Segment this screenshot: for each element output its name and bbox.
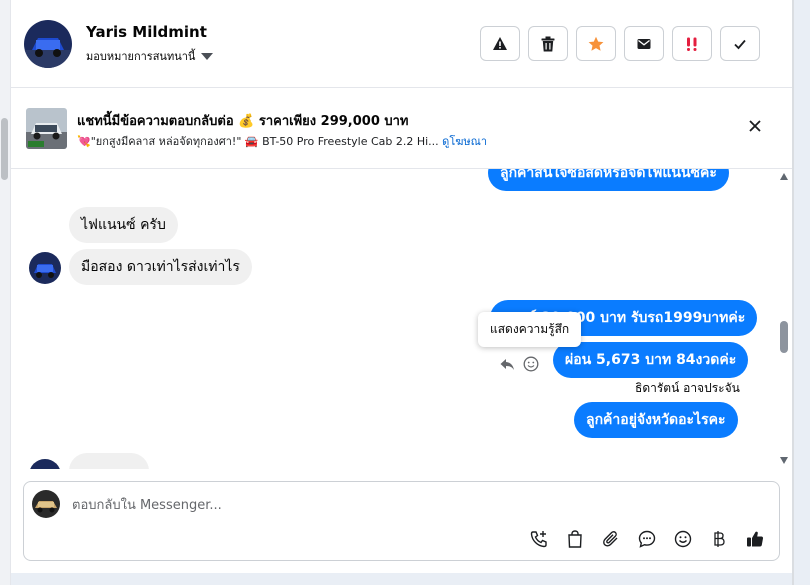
ad-thumbnail[interactable] [26,108,67,149]
message-bubble-incoming[interactable]: ไฟแนนซ์ ครับ [69,207,178,243]
message-bubble-outgoing[interactable]: ลูกค้าอยู่จังหวัดอะไรคะ [574,402,738,438]
ad-title: แชทนี้มีข้อความตอบกลับต่อ 💰 ราคาเพียง 29… [77,114,409,129]
saved-replies-button[interactable] [636,528,658,550]
contact-avatar-small [29,459,61,469]
star-icon [588,36,604,51]
sender-name: ธิดารัตน์ อาจประจัน [635,381,740,395]
like-button[interactable] [744,528,766,550]
shopping-bag-icon [568,530,582,548]
message-thread[interactable]: ลูกค้าสนใจซื้อสดหรือจัดไฟแนนซ์คะ ไฟแนนซ์… [11,169,792,469]
shop-button[interactable] [564,528,586,550]
right-divider [792,0,794,585]
conversation-panel: Yaris Mildmint มอบหมายการสนทนานี้ แชทนี้… [11,0,792,573]
reply-icon[interactable] [499,356,515,372]
assign-conversation-dropdown[interactable]: มอบหมายการสนทนานี้ [86,47,214,65]
message-hover-actions [499,356,539,372]
assign-label: มอบหมายการสนทนานี้ [86,50,196,63]
close-icon [749,120,761,132]
reply-composer [23,481,780,561]
thread-scrollbar-thumb[interactable] [780,321,788,353]
warning-icon [493,36,507,50]
left-scrollbar[interactable] [0,0,11,585]
thumbs-up-icon [747,531,764,547]
delete-button[interactable] [528,26,568,61]
thread-scrollbar[interactable] [777,169,791,469]
close-banner-button[interactable] [745,116,765,136]
message-bubble-outgoing[interactable]: ผ่อน 5,673 บาท 84งวดค่ะ [553,342,749,378]
spam-button[interactable] [480,26,520,61]
emoji-reaction-icon[interactable] [523,356,539,372]
reply-input[interactable] [72,494,672,516]
priority-button[interactable] [672,26,712,61]
paperclip-icon [603,531,618,547]
scroll-down-arrow-icon[interactable] [780,457,788,464]
trash-icon [541,36,555,51]
header-actions [480,26,760,61]
payment-button[interactable] [708,528,730,550]
page-avatar [32,490,60,518]
follow-up-button[interactable] [576,26,616,61]
priority-icon [687,37,697,51]
conversation-header: Yaris Mildmint มอบหมายการสนทนานี้ [11,0,792,88]
attach-button[interactable] [600,528,622,550]
right-edge [792,0,810,585]
done-button[interactable] [720,26,760,61]
chat-bubble-icon [638,530,656,548]
left-scrollbar-thumb[interactable] [1,118,8,180]
call-button[interactable] [528,528,550,550]
scroll-up-arrow-icon[interactable] [780,173,788,180]
composer-toolbar [528,528,766,550]
smiley-icon [674,530,692,548]
view-ad-link[interactable]: ดูโฆษณา [442,135,487,148]
chevron-down-icon [201,53,214,60]
message-bubble-incoming[interactable]: มือสอง ดาวเท่าไรส่งเท่าไร [69,249,252,285]
phone-plus-icon [530,531,547,548]
emoji-button[interactable] [672,528,694,550]
contact-avatar-small [29,252,61,284]
check-icon [734,39,746,49]
message-bubble-outgoing[interactable]: ลูกค้าสนใจซื้อสดหรือจัดไฟแนนซ์คะ [488,169,729,191]
contact-avatar[interactable] [24,20,72,68]
ad-subtitle: 💘"ยกสูงมีคลาส หล่อจัดทุกองศา!" 🚘 BT-50 P… [77,132,487,150]
mark-unread-button[interactable] [624,26,664,61]
baht-icon [714,531,725,547]
ad-context-banner: แชทนี้มีข้อความตอบกลับต่อ 💰 ราคาเพียง 29… [11,88,792,169]
reaction-tooltip: แสดงความรู้สึก [478,312,582,347]
envelope-icon [637,38,651,49]
contact-name[interactable]: Yaris Mildmint [86,23,207,41]
message-bubble-incoming-partial[interactable] [69,453,149,469]
ad-subtitle-text: 💘"ยกสูงมีคลาส หล่อจัดทุกองศา!" 🚘 BT-50 P… [77,135,439,148]
